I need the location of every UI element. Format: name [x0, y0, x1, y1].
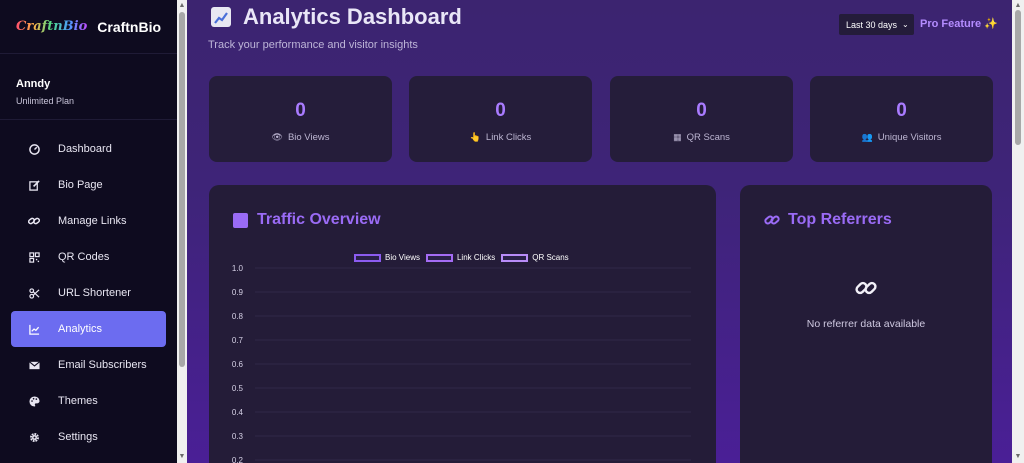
y-tick-label: 0.9	[232, 288, 244, 297]
stat-card-qr-scans: 0 ▦ QR Scans	[610, 76, 793, 162]
stat-card-link-clicks: 0 👆 Link Clicks	[409, 76, 592, 162]
stat-label: 👆 Link Clicks	[409, 132, 592, 143]
user-name: Anndy	[16, 78, 51, 90]
palette-icon	[28, 395, 40, 407]
y-tick-label: 0.5	[232, 384, 244, 393]
stat-label: 👁 Bio Views	[209, 132, 392, 143]
pro-feature-badge: Pro Feature ✨	[920, 18, 998, 30]
scroll-down-arrow-icon[interactable]: ▼	[1014, 453, 1022, 461]
stat-label: ▦ QR Scans	[610, 132, 793, 143]
sidebar-item-settings[interactable]: Settings	[0, 419, 177, 455]
scissors-icon	[28, 287, 40, 299]
sidebar-item-analytics[interactable]: Analytics	[11, 311, 166, 347]
sidebar-item-label: Email Subscribers	[58, 359, 147, 371]
y-tick-label: 1.0	[232, 264, 244, 273]
sidebar-item-dashboard[interactable]: Dashboard	[0, 131, 177, 167]
page-scrollbar[interactable]: ▲ ▼	[1012, 0, 1024, 463]
sidebar-item-manage-links[interactable]: Manage Links	[0, 203, 177, 239]
qr-icon: ▦	[673, 132, 682, 142]
sidebar-item-qr-codes[interactable]: QR Codes	[0, 239, 177, 275]
empty-state-text: No referrer data available	[806, 318, 926, 330]
page-subtitle: Track your performance and visitor insig…	[208, 39, 418, 51]
envelope-icon	[28, 359, 40, 371]
link-icon	[764, 212, 780, 228]
sidebar-item-label: Analytics	[58, 323, 103, 335]
stat-value: 0	[896, 100, 907, 121]
stat-label-text: Bio Views	[287, 132, 330, 143]
card-title: Top Referrers	[764, 211, 892, 229]
brand-logo: CraftnBio	[16, 19, 88, 34]
y-tick-label: 0.3	[232, 432, 244, 441]
sidebar-scroll-thumb[interactable]	[179, 12, 185, 367]
sidebar-item-label: QR Codes	[58, 251, 110, 263]
y-tick-label: 0.2	[232, 456, 244, 463]
y-tick-label: 0.7	[232, 336, 244, 345]
chart-line-icon	[28, 323, 40, 335]
date-range-value: Last 30 days	[846, 19, 898, 30]
scroll-down-arrow-icon[interactable]: ▼	[178, 453, 186, 461]
eye-icon: 👁	[271, 132, 283, 142]
sidebar-item-label: Themes	[58, 395, 98, 407]
sidebar-item-label: Manage Links	[58, 215, 127, 227]
stat-label-text: QR Scans	[686, 132, 730, 143]
stat-label: 👥 Unique Visitors	[810, 132, 993, 143]
sidebar-item-label: Settings	[58, 431, 98, 443]
y-tick-label: 0.6	[232, 360, 244, 369]
sidebar-item-label: Bio Page	[58, 179, 103, 191]
main-content: Analytics Dashboard Track your performan…	[187, 0, 1012, 463]
stat-value: 0	[295, 100, 306, 121]
link-icon	[28, 215, 40, 227]
qr-icon	[28, 251, 40, 263]
sidebar-scrollbar[interactable]: ▲ ▼	[177, 0, 187, 463]
referrers-title: Top Referrers	[788, 211, 892, 228]
gear-icon	[28, 431, 40, 443]
traffic-overview-card: Traffic Overview Bio Views Link Clicks Q…	[209, 185, 716, 463]
scroll-up-arrow-icon[interactable]: ▲	[1014, 2, 1022, 10]
user-info: Anndy Unlimited Plan	[0, 54, 177, 120]
page-title-text: Analytics Dashboard	[243, 4, 462, 29]
page-scroll-thumb[interactable]	[1015, 10, 1021, 145]
users-icon: 👥	[861, 132, 873, 142]
chart-icon	[211, 7, 231, 27]
y-tick-label: 0.8	[232, 312, 244, 321]
sidebar-nav: Dashboard Bio Page Manage Links QR Codes…	[0, 120, 177, 455]
sidebar-item-label: URL Shortener	[58, 287, 131, 299]
sidebar: CraftnBio CraftnBio Anndy Unlimited Plan…	[0, 0, 177, 463]
stat-card-bio-views: 0 👁 Bio Views	[209, 76, 392, 162]
scroll-up-arrow-icon[interactable]: ▲	[178, 2, 186, 10]
sidebar-item-url-shortener[interactable]: URL Shortener	[0, 275, 177, 311]
traffic-chart: 1.0 0.9 0.8 0.7 0.6 0.5 0.4 0.3 0.2	[232, 264, 691, 463]
page-title: Analytics Dashboard	[211, 4, 462, 30]
date-range-select[interactable]: Last 30 days ⌄	[839, 14, 914, 35]
edit-icon	[28, 179, 40, 191]
user-plan: Unlimited Plan	[16, 96, 75, 106]
y-tick-label: 0.4	[232, 408, 244, 417]
stat-label-text: Link Clicks	[485, 132, 532, 143]
sidebar-item-label: Dashboard	[58, 143, 112, 155]
stat-value: 0	[495, 100, 506, 121]
sidebar-item-email-subscribers[interactable]: Email Subscribers	[0, 347, 177, 383]
sidebar-item-themes[interactable]: Themes	[0, 383, 177, 419]
brand[interactable]: CraftnBio CraftnBio	[0, 0, 177, 54]
gauge-icon	[28, 143, 40, 155]
stat-card-unique-visitors: 0 👥 Unique Visitors	[810, 76, 993, 162]
sidebar-item-bio-page[interactable]: Bio Page	[0, 167, 177, 203]
stat-value: 0	[696, 100, 707, 121]
stat-label-text: Unique Visitors	[877, 132, 942, 143]
link-icon	[855, 277, 877, 299]
pointer-hand-icon: 👆	[469, 132, 481, 142]
brand-name: CraftnBio	[97, 18, 162, 35]
top-referrers-card: Top Referrers No referrer data available	[740, 185, 992, 463]
chevron-down-icon: ⌄	[902, 20, 909, 29]
